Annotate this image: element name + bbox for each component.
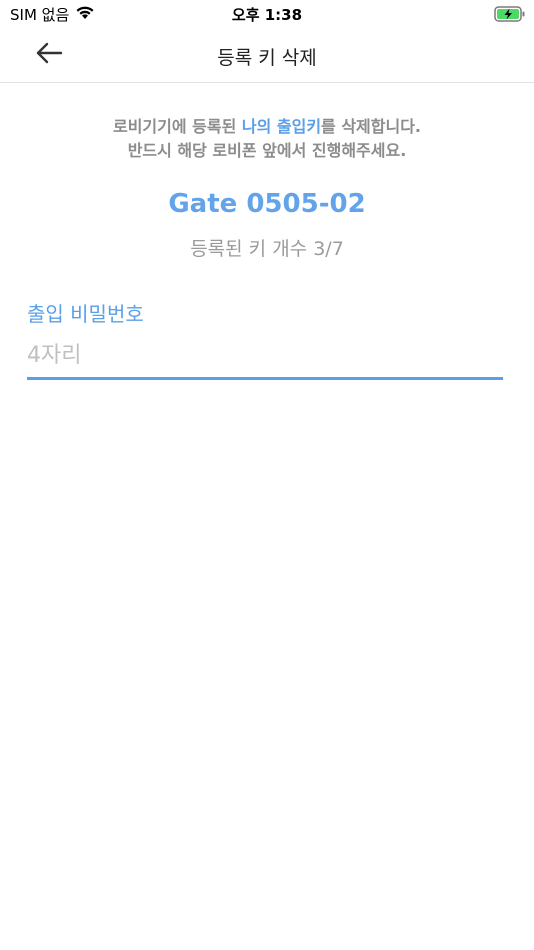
description-line-1: 로비기기에 등록된 나의 출입키를 삭제합니다. [0,115,534,139]
description: 로비기기에 등록된 나의 출입키를 삭제합니다. 반드시 해당 로비폰 앞에서 … [0,115,534,163]
password-input-underline [27,377,503,380]
status-bar: SIM 없음 오후 1:38 [0,0,534,28]
registered-key-count: 등록된 키 개수 3/7 [190,238,344,260]
navigation-bar: 등록 키 삭제 [0,28,534,83]
description-prefix: 로비기기에 등록된 [112,117,242,136]
description-line-2: 반드시 해당 로비폰 앞에서 진행해주세요. [127,141,407,160]
password-input[interactable] [27,336,503,374]
page-title: 등록 키 삭제 [217,47,317,69]
description-suffix: 를 삭제합니다. [321,117,422,136]
status-time: 오후 1:38 [231,6,303,24]
battery-charging-icon [494,5,526,23]
password-field-label: 출입 비밀번호 [27,302,144,326]
gate-name: Gate 0505-02 [168,189,366,219]
description-highlight: 나의 출입키 [241,117,322,136]
